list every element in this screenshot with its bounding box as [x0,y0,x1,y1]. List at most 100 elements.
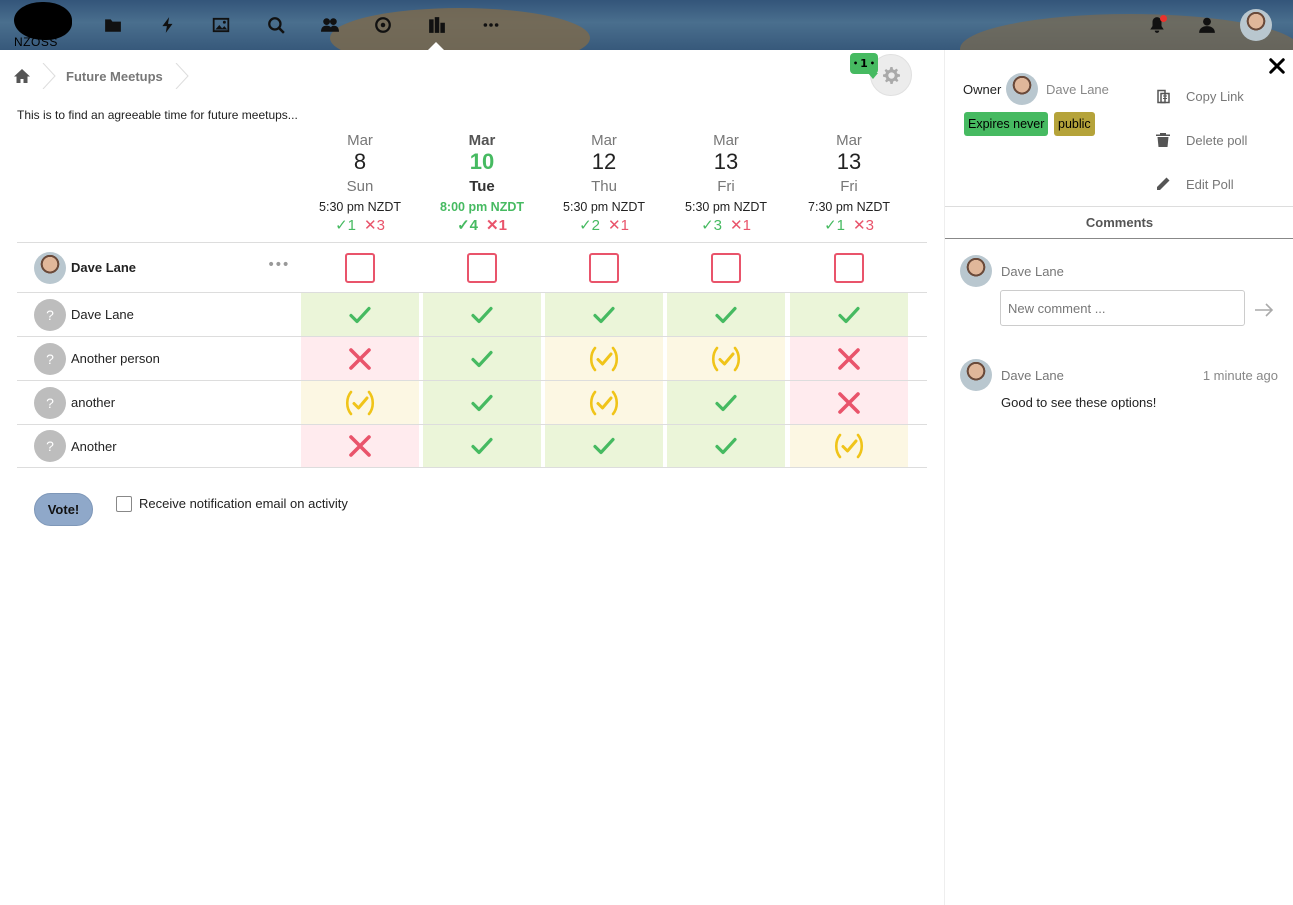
avatar [960,255,992,287]
user-menu-avatar[interactable] [1240,9,1272,41]
more-options-icon[interactable]: ••• [267,257,290,273]
no-count: ✕3 [364,217,385,234]
no-count-value: 3 [865,217,874,234]
vote-cell-yes [423,381,541,424]
no-count-value: 1 [742,217,751,234]
yes-count-value: 1 [347,217,356,234]
vote-toggle-checkbox[interactable] [467,252,497,283]
search-icon[interactable] [264,13,288,37]
cross-icon: ✕ [730,217,743,234]
option-day: 10 [469,149,495,174]
vote-button[interactable]: Vote! [34,493,93,526]
maybe-check-icon [834,433,864,459]
participant-row: ? Another person [17,336,927,380]
delete-poll-label: Delete poll [1186,132,1248,148]
comment-badge-count: 1 [860,57,868,70]
vote-cell-yes [423,293,541,336]
pencil-icon [1157,177,1170,190]
notification-checkbox[interactable] [116,496,132,512]
tab-comments[interactable]: Comments [945,207,1293,238]
vote-cell-yes [667,425,785,467]
circles-icon[interactable] [371,13,395,37]
yes-count-value: 3 [713,217,722,234]
contacts-icon[interactable] [318,13,342,37]
yes-count: ✓1 [824,217,845,234]
comment-badge-dot-icon: • [869,59,875,68]
anonymous-avatar: ? [34,386,66,419]
option-header: Mar 8 Sun 5:30 pm NZDT ✓1 ✕3 [301,130,419,237]
check-icon [715,394,737,411]
cross-icon [838,391,860,414]
vote-cell-no [790,381,908,424]
owner-label: Owner [963,82,1002,97]
anonymous-avatar: ? [34,430,66,462]
copy-link-button[interactable]: Copy Link [1155,88,1244,104]
access-badge: public [1054,112,1095,136]
option-header: Mar 13 Fri 5:30 pm NZDT ✓3 ✕1 [667,130,785,237]
check-icon [471,437,493,455]
yes-count: ✓4 [457,217,478,234]
home-icon[interactable] [14,68,30,84]
yes-count-value: 4 [469,217,478,234]
notification-dot [1160,15,1167,22]
option-time: 5:30 pm NZDT [563,200,645,214]
vote-cell-no [301,337,419,380]
current-user-name: Dave Lane [1001,264,1064,279]
comment-timestamp: 1 minute ago [1202,368,1278,383]
vote-cell-no [301,425,419,467]
send-arrow-icon[interactable] [1254,302,1274,318]
more-icon[interactable] [479,13,503,37]
vote-cell-yes [790,293,908,336]
option-month: Mar [836,132,862,149]
option-header: Mar 13 Fri 7:30 pm NZDT ✓1 ✕3 [790,130,908,237]
breadcrumb-separator [175,63,189,89]
clipboard-icon [1157,89,1170,104]
contacts-menu-icon[interactable] [1195,13,1219,37]
option-time: 5:30 pm NZDT [685,200,767,214]
vote-toggle-checkbox[interactable] [834,252,864,283]
edit-poll-button[interactable]: Edit Poll [1155,176,1234,192]
check-icon: ✓ [335,217,348,234]
vote-toggle-checkbox[interactable] [589,252,619,283]
option-month: Mar [591,132,617,149]
new-comment-input[interactable] [1000,290,1245,326]
comment-count-badge[interactable]: • 1 • [850,53,878,79]
activity-icon[interactable] [156,13,180,37]
option-month: Mar [347,132,373,149]
participant-name: Dave Lane [71,307,134,322]
check-icon [715,437,737,455]
delete-poll-button[interactable]: Delete poll [1155,132,1247,148]
no-count: ✕1 [608,217,629,234]
cross-icon [349,347,371,370]
vote-cell-maybe [545,381,663,424]
option-weekday: Tue [469,178,495,195]
vote-cell-yes [545,293,663,336]
participant-row: ? Dave Lane [17,292,927,336]
option-month: Mar [468,132,496,149]
check-icon [593,437,615,455]
participant-name: Another person [71,351,160,366]
notification-checkbox-label[interactable]: Receive notification email on activity [139,496,348,511]
breadcrumb-poll-title[interactable]: Future Meetups [66,69,163,84]
poll-main-content: Future Meetups • 1 • This is to find an … [0,50,944,905]
polls-icon[interactable] [425,13,449,37]
files-icon[interactable] [101,13,125,37]
participant: ? another [34,381,115,424]
photos-icon[interactable] [209,13,233,37]
comment-text: Good to see these options! [1001,395,1157,410]
close-icon[interactable] [1267,56,1287,76]
nzoss-logo[interactable]: NZOSS [10,0,76,50]
vote-cell-maybe [790,425,908,467]
option-day: 8 [353,149,367,174]
check-icon: ✓ [701,217,714,234]
header-background-hill [330,8,590,50]
option-vote-counts: ✓4 ✕1 [423,215,541,237]
vote-toggle-checkbox[interactable] [711,252,741,283]
option-weekday: Fri [717,178,735,195]
edit-poll-label: Edit Poll [1186,176,1234,192]
cross-icon [349,435,371,457]
check-icon [471,306,493,323]
check-icon [471,394,493,411]
anonymous-avatar: ? [34,342,66,375]
vote-toggle-checkbox[interactable] [345,252,375,283]
